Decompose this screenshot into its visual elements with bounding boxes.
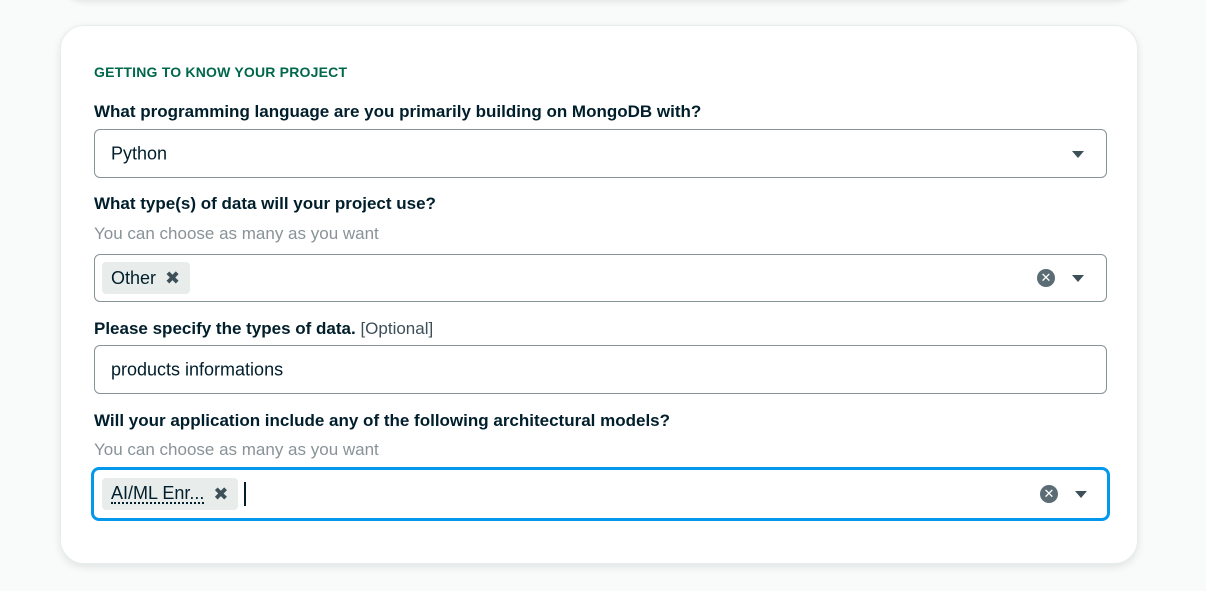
caret-down-icon[interactable] xyxy=(1075,491,1087,498)
chip-label: AI/ML Enr... xyxy=(111,483,205,504)
project-info-card: GETTING TO KNOW YOUR PROJECT What progra… xyxy=(60,25,1138,564)
chip-remove-icon[interactable]: ✖ xyxy=(213,485,228,503)
chip-ai-ml: AI/ML Enr... ✖ xyxy=(102,478,239,510)
clear-selection-icon[interactable]: ✕ xyxy=(1040,485,1058,503)
arch-models-hint: You can choose as many as you want xyxy=(94,440,379,459)
text-cursor xyxy=(244,482,246,506)
clear-selection-icon[interactable]: ✕ xyxy=(1037,269,1055,287)
caret-down-icon[interactable] xyxy=(1072,150,1084,158)
language-question-label: What programming language are you primar… xyxy=(94,102,702,121)
specify-data-input[interactable]: products informations xyxy=(94,345,1107,394)
section-title: GETTING TO KNOW YOUR PROJECT xyxy=(94,64,348,80)
arch-models-multiselect[interactable]: AI/ML Enr... ✖ ✕ xyxy=(91,467,1110,521)
specify-data-question-label: Please specify the types of data. [Optio… xyxy=(94,319,433,339)
data-types-question-label: What type(s) of data will your project u… xyxy=(94,194,436,213)
caret-down-icon[interactable] xyxy=(1072,275,1084,282)
specify-data-label-text: Please specify the types of data. xyxy=(94,319,356,338)
language-select-value: Python xyxy=(111,143,168,163)
chip-label: Other xyxy=(111,267,157,288)
optional-tag: [Optional] xyxy=(360,319,434,338)
chip-other: Other ✖ xyxy=(102,262,191,294)
data-types-hint: You can choose as many as you want xyxy=(94,224,379,243)
arch-models-question-label: Will your application include any of the… xyxy=(94,411,671,430)
specify-data-input-value: products informations xyxy=(111,359,284,379)
language-select[interactable]: Python xyxy=(94,129,1107,178)
chip-remove-icon[interactable]: ✖ xyxy=(165,269,180,287)
data-types-multiselect[interactable]: Other ✖ ✕ xyxy=(94,254,1107,302)
